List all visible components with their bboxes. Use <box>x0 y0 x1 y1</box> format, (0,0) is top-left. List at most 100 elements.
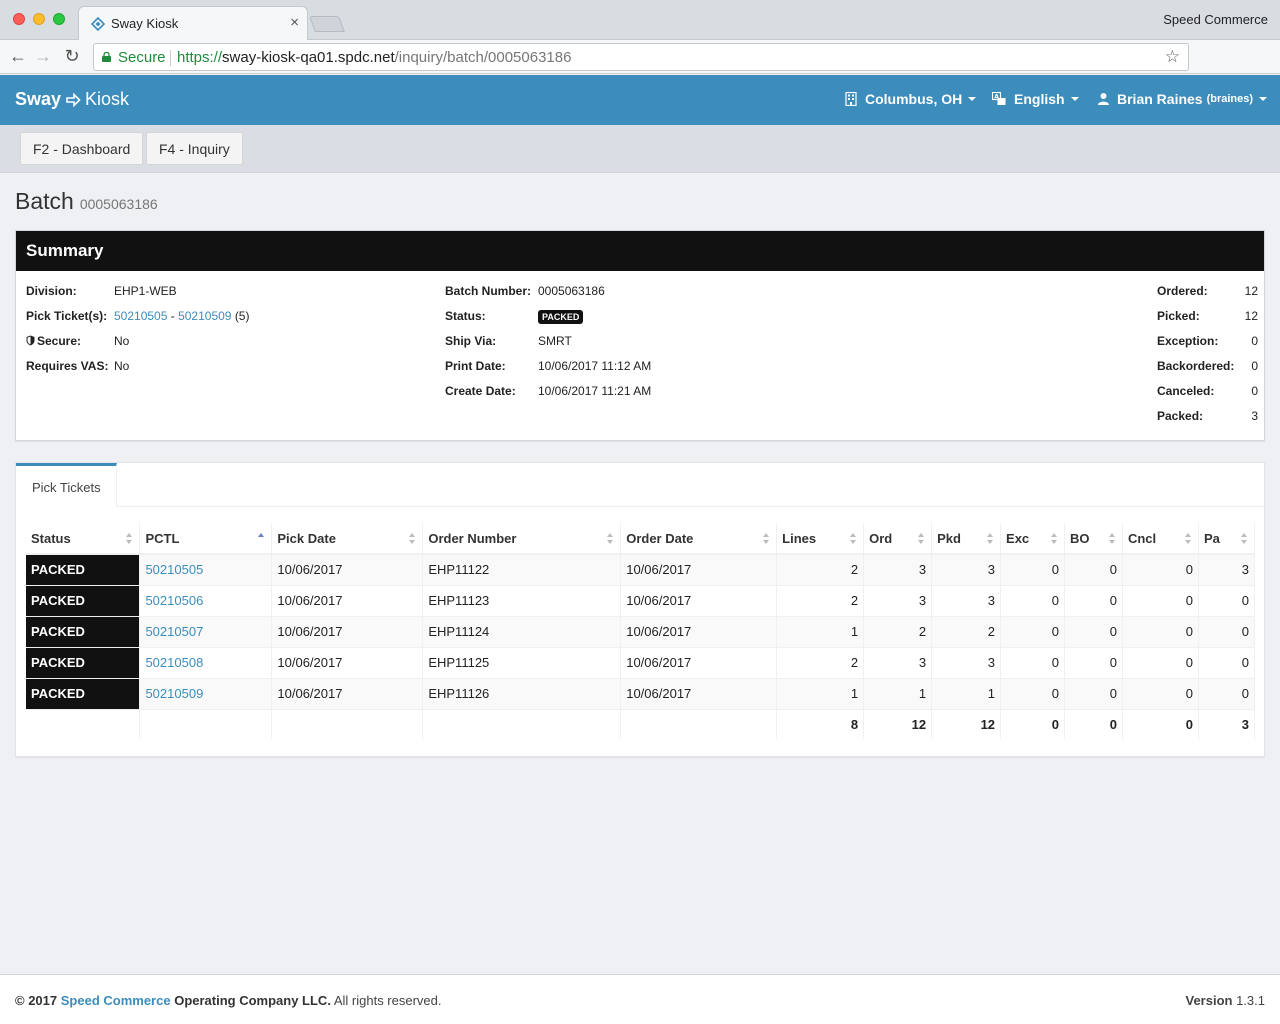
table-row[interactable]: PACKED 50210506 10/06/2017 EHP11123 10/06/20… <box>26 584 1256 616</box>
secure-value: No <box>114 334 130 348</box>
column-header[interactable]: Status <box>26 523 141 555</box>
location-label: Columbus, OH <box>865 91 963 107</box>
building-icon <box>845 92 857 106</box>
row-status: PACKED <box>26 646 141 678</box>
reload-icon[interactable]: ↻ <box>62 46 82 67</box>
row-count-cell: 0 <box>1064 615 1123 647</box>
window-close-button[interactable] <box>13 13 25 25</box>
column-header[interactable]: Lines <box>776 523 865 555</box>
browser-tab-active[interactable]: Sway Kiosk × <box>78 6 308 40</box>
row-count-cell: 3 <box>863 584 933 616</box>
row-count-cell: 0 <box>1064 553 1123 585</box>
column-header-label: Pick Date <box>277 530 336 546</box>
column-header-label: Cncl <box>1127 530 1157 546</box>
column-header[interactable]: Pa <box>1198 523 1256 555</box>
forward-arrow-icon[interactable]: → <box>33 46 53 67</box>
division-label: Division: <box>26 284 77 298</box>
page-title-text: Batch <box>15 188 74 214</box>
pctl-link[interactable]: 50210506 <box>145 593 203 608</box>
tab-close-icon[interactable]: × <box>290 14 299 31</box>
column-header[interactable]: BO <box>1064 523 1123 555</box>
bookmark-star-icon[interactable]: ☆ <box>1165 47 1180 67</box>
column-header-label: Order Number <box>428 530 517 546</box>
chevron-down-icon <box>1070 97 1079 101</box>
row-status: PACKED <box>26 615 141 647</box>
pctl-link[interactable]: 50210505 <box>145 562 203 577</box>
pctl-link[interactable]: 50210509 <box>145 686 203 701</box>
column-header[interactable]: Order Date <box>620 523 778 555</box>
row-count-cell: 2 <box>863 615 933 647</box>
total-cell <box>422 708 622 739</box>
total-cell <box>271 708 424 739</box>
function-toolbar: F2 - Dashboard F4 - Inquiry <box>0 125 1280 173</box>
user-name: Brian Raines <box>1117 91 1203 107</box>
pctl-link[interactable]: 50210507 <box>145 624 203 639</box>
row-count-cell: 2 <box>776 584 865 616</box>
row-count-cell: 0 <box>1000 615 1065 647</box>
pctl-link[interactable]: 50210508 <box>145 655 203 670</box>
browser-profile-name[interactable]: Speed Commerce <box>1163 12 1268 27</box>
sort-icon <box>1108 533 1116 545</box>
tab-pick-tickets[interactable]: Pick Tickets <box>16 463 117 507</box>
table-row[interactable]: PACKED 50210505 10/06/2017 EHP11122 10/06/20… <box>26 553 1256 585</box>
app-brand[interactable]: Sway Kiosk <box>15 89 129 110</box>
language-dropdown[interactable]: A English <box>992 91 1079 107</box>
pick-ticket-first-link[interactable]: 50210505 <box>114 309 167 323</box>
packed-label: Packed: <box>1157 409 1204 423</box>
row-status: PACKED <box>26 553 141 585</box>
url-text[interactable]: https://sway-kiosk-qa01.spdc.net/inquiry… <box>177 49 571 66</box>
row-cell: 50210509 <box>139 677 273 709</box>
row-count-cell: 3 <box>863 646 933 678</box>
create-date-value: 10/06/2017 11:21 AM <box>538 384 652 398</box>
row-count-cell: 2 <box>776 646 865 678</box>
back-arrow-icon[interactable]: ← <box>8 46 28 67</box>
column-header[interactable]: Exc <box>1000 523 1065 555</box>
dashboard-button[interactable]: F2 - Dashboard <box>20 132 144 165</box>
total-cell: 0 <box>1000 708 1065 739</box>
create-date-label: Create Date: <box>445 384 516 398</box>
column-header[interactable]: PCTL <box>139 523 273 555</box>
footer-copyright: © 2017 Speed Commerce Operating Company … <box>15 993 442 1008</box>
column-header-label: Status <box>31 530 71 546</box>
inquiry-button[interactable]: F4 - Inquiry <box>146 132 243 165</box>
column-header[interactable]: Ord <box>863 523 933 555</box>
pick-tickets-label: Pick Ticket(s): <box>26 309 108 323</box>
pick-ticket-last-link[interactable]: 50210509 <box>178 309 231 323</box>
sort-icon <box>987 533 994 545</box>
column-header[interactable]: Pkd <box>931 523 1002 555</box>
division-value: EHP1-WEB <box>114 284 177 298</box>
column-header[interactable]: Cncl <box>1122 523 1199 555</box>
window-minimize-button[interactable] <box>33 13 45 25</box>
total-cell <box>139 708 273 739</box>
column-header-label: Ord <box>869 530 893 546</box>
user-dropdown[interactable]: Brian Raines (braines) <box>1098 91 1268 107</box>
brand-arrow-icon <box>66 92 81 107</box>
canceled-label: Canceled: <box>1157 384 1215 398</box>
row-cell: 10/06/2017 <box>271 677 424 709</box>
column-header[interactable]: Order Number <box>422 523 622 555</box>
row-cell: EHP11126 <box>422 677 622 709</box>
column-header-label: Order Date <box>626 530 694 546</box>
page-footer: © 2017 Speed Commerce Operating Company … <box>0 974 1280 1024</box>
row-cell: EHP11124 <box>422 615 622 647</box>
table-row[interactable]: PACKED 50210509 10/06/2017 EHP11126 10/06/20… <box>26 677 1256 709</box>
page-subtitle: 0005063186 <box>79 196 158 212</box>
column-header[interactable]: Pick Date <box>271 523 424 555</box>
column-header-label: Pa <box>1203 530 1220 546</box>
sort-icon <box>126 533 133 545</box>
app-header: Sway Kiosk Columbus, OH A English Brian … <box>0 75 1280 125</box>
new-tab-button[interactable] <box>309 16 345 32</box>
pick-tickets-table: Status PCTL Pick Date Order Number Order… <box>26 523 1256 739</box>
sort-icon <box>607 533 614 545</box>
table-row[interactable]: PACKED 50210508 10/06/2017 EHP11125 10/06/20… <box>26 646 1256 678</box>
table-row[interactable]: PACKED 50210507 10/06/2017 EHP11124 10/06/20… <box>26 615 1256 647</box>
row-cell: 10/06/2017 <box>620 615 778 647</box>
location-dropdown[interactable]: Columbus, OH <box>845 91 977 107</box>
total-cell <box>26 708 141 739</box>
row-count-cell: 1 <box>863 677 933 709</box>
footer-company-link[interactable]: Speed Commerce <box>61 993 171 1008</box>
footer-company-rest: Operating Company LLC. <box>174 993 331 1008</box>
window-zoom-button[interactable] <box>53 13 65 25</box>
row-status: PACKED <box>26 677 141 709</box>
address-bar[interactable]: Secure https://sway-kiosk-qa01.spdc.net/… <box>93 43 1189 71</box>
